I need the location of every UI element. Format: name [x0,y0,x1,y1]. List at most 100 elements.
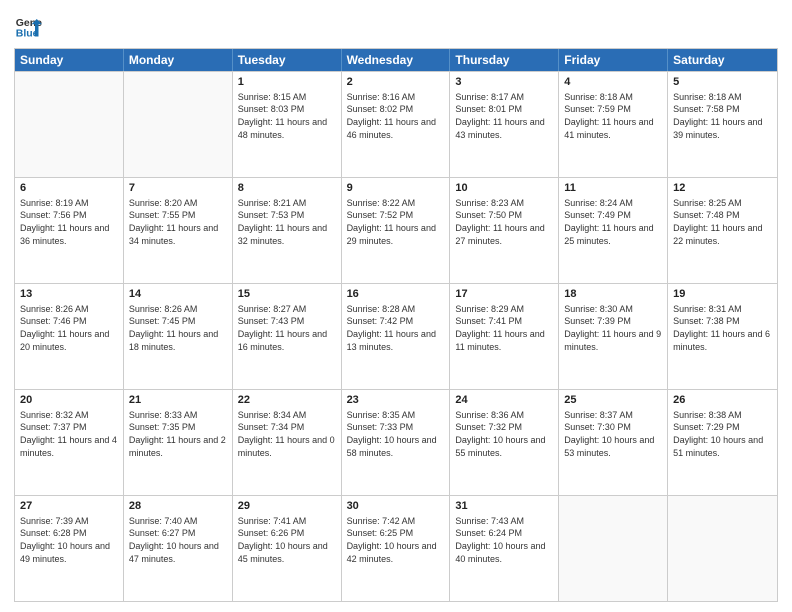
day-number: 13 [20,287,118,302]
day-number: 30 [347,499,445,514]
day-number: 21 [129,393,227,408]
day-number: 1 [238,75,336,90]
day-cell-28: 28 Sunrise: 7:40 AMSunset: 6:27 PMDaylig… [124,496,233,601]
day-number: 31 [455,499,553,514]
day-number: 24 [455,393,553,408]
day-cell-3: 3 Sunrise: 8:17 AMSunset: 8:01 PMDayligh… [450,72,559,177]
empty-cell [124,72,233,177]
day-cell-31: 31 Sunrise: 7:43 AMSunset: 6:24 PMDaylig… [450,496,559,601]
calendar-header: SundayMondayTuesdayWednesdayThursdayFrid… [15,49,777,71]
cell-info: Sunrise: 8:23 AMSunset: 7:50 PMDaylight:… [455,197,553,247]
day-number: 15 [238,287,336,302]
day-number: 10 [455,181,553,196]
day-cell-25: 25 Sunrise: 8:37 AMSunset: 7:30 PMDaylig… [559,390,668,495]
day-number: 2 [347,75,445,90]
day-number: 18 [564,287,662,302]
cell-info: Sunrise: 8:18 AMSunset: 7:59 PMDaylight:… [564,91,662,141]
cell-info: Sunrise: 8:28 AMSunset: 7:42 PMDaylight:… [347,303,445,353]
day-number: 9 [347,181,445,196]
cell-info: Sunrise: 8:16 AMSunset: 8:02 PMDaylight:… [347,91,445,141]
cell-info: Sunrise: 8:37 AMSunset: 7:30 PMDaylight:… [564,409,662,459]
day-cell-6: 6 Sunrise: 8:19 AMSunset: 7:56 PMDayligh… [15,178,124,283]
day-number: 8 [238,181,336,196]
cell-info: Sunrise: 8:35 AMSunset: 7:33 PMDaylight:… [347,409,445,459]
logo-icon: General Blue [14,12,42,40]
day-cell-13: 13 Sunrise: 8:26 AMSunset: 7:46 PMDaylig… [15,284,124,389]
day-cell-12: 12 Sunrise: 8:25 AMSunset: 7:48 PMDaylig… [668,178,777,283]
day-cell-8: 8 Sunrise: 8:21 AMSunset: 7:53 PMDayligh… [233,178,342,283]
day-number: 3 [455,75,553,90]
calendar-container: General Blue SundayMondayTuesdayWednesda… [0,0,792,612]
day-cell-30: 30 Sunrise: 7:42 AMSunset: 6:25 PMDaylig… [342,496,451,601]
cell-info: Sunrise: 8:20 AMSunset: 7:55 PMDaylight:… [129,197,227,247]
empty-cell [15,72,124,177]
week-row-3: 13 Sunrise: 8:26 AMSunset: 7:46 PMDaylig… [15,283,777,389]
day-cell-14: 14 Sunrise: 8:26 AMSunset: 7:45 PMDaylig… [124,284,233,389]
header-day-wednesday: Wednesday [342,49,451,71]
cell-info: Sunrise: 8:34 AMSunset: 7:34 PMDaylight:… [238,409,336,459]
day-number: 29 [238,499,336,514]
day-cell-22: 22 Sunrise: 8:34 AMSunset: 7:34 PMDaylig… [233,390,342,495]
cell-info: Sunrise: 8:38 AMSunset: 7:29 PMDaylight:… [673,409,772,459]
cell-info: Sunrise: 8:15 AMSunset: 8:03 PMDaylight:… [238,91,336,141]
day-number: 20 [20,393,118,408]
cell-info: Sunrise: 8:32 AMSunset: 7:37 PMDaylight:… [20,409,118,459]
day-cell-5: 5 Sunrise: 8:18 AMSunset: 7:58 PMDayligh… [668,72,777,177]
day-number: 26 [673,393,772,408]
logo: General Blue [14,12,46,40]
cell-info: Sunrise: 8:21 AMSunset: 7:53 PMDaylight:… [238,197,336,247]
empty-cell [559,496,668,601]
cell-info: Sunrise: 8:19 AMSunset: 7:56 PMDaylight:… [20,197,118,247]
day-number: 22 [238,393,336,408]
day-cell-18: 18 Sunrise: 8:30 AMSunset: 7:39 PMDaylig… [559,284,668,389]
cell-info: Sunrise: 8:22 AMSunset: 7:52 PMDaylight:… [347,197,445,247]
day-cell-19: 19 Sunrise: 8:31 AMSunset: 7:38 PMDaylig… [668,284,777,389]
day-cell-29: 29 Sunrise: 7:41 AMSunset: 6:26 PMDaylig… [233,496,342,601]
header-day-saturday: Saturday [668,49,777,71]
cell-info: Sunrise: 8:25 AMSunset: 7:48 PMDaylight:… [673,197,772,247]
header-day-thursday: Thursday [450,49,559,71]
day-cell-4: 4 Sunrise: 8:18 AMSunset: 7:59 PMDayligh… [559,72,668,177]
day-cell-21: 21 Sunrise: 8:33 AMSunset: 7:35 PMDaylig… [124,390,233,495]
cell-info: Sunrise: 7:40 AMSunset: 6:27 PMDaylight:… [129,515,227,565]
day-number: 6 [20,181,118,196]
day-number: 17 [455,287,553,302]
day-cell-17: 17 Sunrise: 8:29 AMSunset: 7:41 PMDaylig… [450,284,559,389]
week-row-4: 20 Sunrise: 8:32 AMSunset: 7:37 PMDaylig… [15,389,777,495]
header-day-sunday: Sunday [15,49,124,71]
cell-info: Sunrise: 7:42 AMSunset: 6:25 PMDaylight:… [347,515,445,565]
cell-info: Sunrise: 8:33 AMSunset: 7:35 PMDaylight:… [129,409,227,459]
day-cell-15: 15 Sunrise: 8:27 AMSunset: 7:43 PMDaylig… [233,284,342,389]
day-number: 12 [673,181,772,196]
day-number: 4 [564,75,662,90]
day-cell-27: 27 Sunrise: 7:39 AMSunset: 6:28 PMDaylig… [15,496,124,601]
cell-info: Sunrise: 7:39 AMSunset: 6:28 PMDaylight:… [20,515,118,565]
day-cell-11: 11 Sunrise: 8:24 AMSunset: 7:49 PMDaylig… [559,178,668,283]
header-day-monday: Monday [124,49,233,71]
day-number: 7 [129,181,227,196]
cell-info: Sunrise: 7:43 AMSunset: 6:24 PMDaylight:… [455,515,553,565]
day-cell-20: 20 Sunrise: 8:32 AMSunset: 7:37 PMDaylig… [15,390,124,495]
calendar: SundayMondayTuesdayWednesdayThursdayFrid… [14,48,778,602]
day-cell-2: 2 Sunrise: 8:16 AMSunset: 8:02 PMDayligh… [342,72,451,177]
header-day-tuesday: Tuesday [233,49,342,71]
day-cell-23: 23 Sunrise: 8:35 AMSunset: 7:33 PMDaylig… [342,390,451,495]
day-number: 23 [347,393,445,408]
day-cell-16: 16 Sunrise: 8:28 AMSunset: 7:42 PMDaylig… [342,284,451,389]
cell-info: Sunrise: 8:27 AMSunset: 7:43 PMDaylight:… [238,303,336,353]
day-cell-10: 10 Sunrise: 8:23 AMSunset: 7:50 PMDaylig… [450,178,559,283]
day-cell-1: 1 Sunrise: 8:15 AMSunset: 8:03 PMDayligh… [233,72,342,177]
cell-info: Sunrise: 8:30 AMSunset: 7:39 PMDaylight:… [564,303,662,353]
cell-info: Sunrise: 8:26 AMSunset: 7:46 PMDaylight:… [20,303,118,353]
day-cell-7: 7 Sunrise: 8:20 AMSunset: 7:55 PMDayligh… [124,178,233,283]
day-number: 19 [673,287,772,302]
calendar-body: 1 Sunrise: 8:15 AMSunset: 8:03 PMDayligh… [15,71,777,601]
day-number: 27 [20,499,118,514]
day-cell-24: 24 Sunrise: 8:36 AMSunset: 7:32 PMDaylig… [450,390,559,495]
day-number: 25 [564,393,662,408]
day-number: 16 [347,287,445,302]
cell-info: Sunrise: 8:31 AMSunset: 7:38 PMDaylight:… [673,303,772,353]
cell-info: Sunrise: 8:18 AMSunset: 7:58 PMDaylight:… [673,91,772,141]
cell-info: Sunrise: 8:17 AMSunset: 8:01 PMDaylight:… [455,91,553,141]
cell-info: Sunrise: 8:36 AMSunset: 7:32 PMDaylight:… [455,409,553,459]
